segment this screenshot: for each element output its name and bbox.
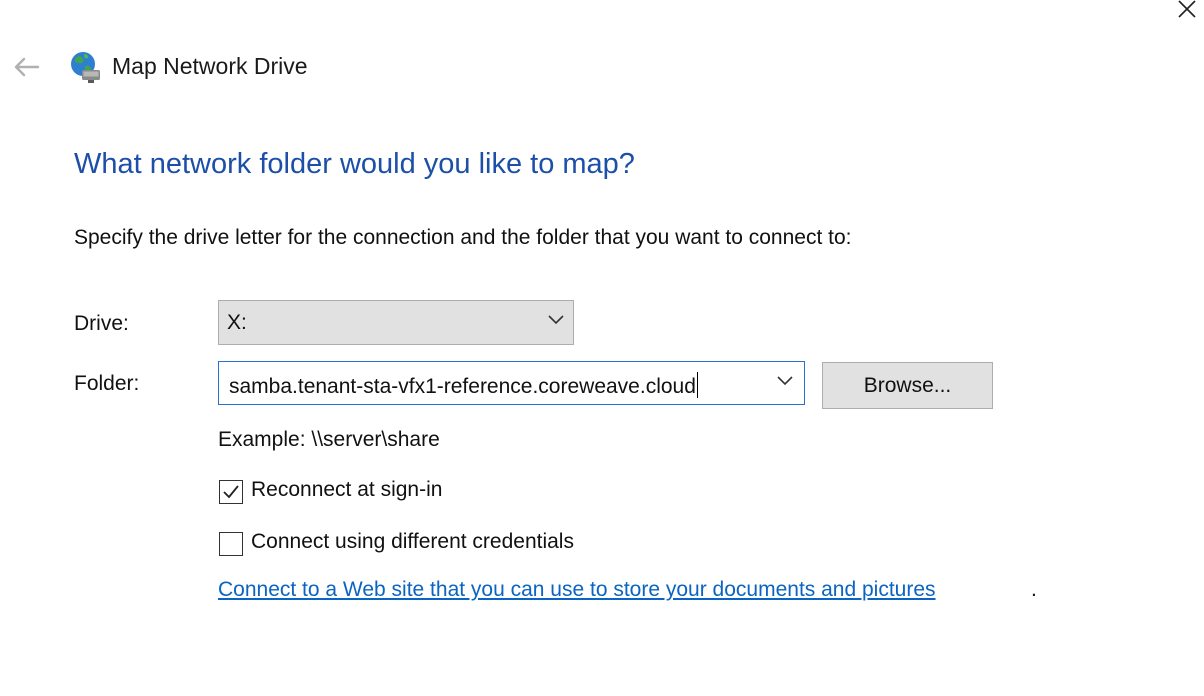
folder-label: Folder: (74, 372, 140, 395)
checkmark-icon (223, 485, 239, 499)
close-button[interactable] (1172, 0, 1202, 22)
folder-value: samba.tenant-sta-vfx1-reference.coreweav… (229, 372, 698, 399)
drive-value: X: (227, 311, 247, 334)
folder-input[interactable]: samba.tenant-sta-vfx1-reference.coreweav… (218, 361, 805, 405)
network-drive-icon (68, 50, 102, 84)
reconnect-label[interactable]: Reconnect at sign-in (251, 478, 442, 502)
link-period: . (1031, 578, 1037, 601)
drive-label: Drive: (74, 312, 129, 335)
back-arrow-icon (14, 57, 40, 77)
back-button[interactable] (8, 52, 44, 82)
page-heading: What network folder would you like to ma… (74, 148, 635, 180)
different-credentials-label[interactable]: Connect using different credentials (251, 530, 574, 554)
chevron-down-icon (548, 315, 564, 325)
instruction-text: Specify the drive letter for the connect… (74, 226, 852, 249)
browse-button[interactable]: Browse... (822, 362, 993, 409)
chevron-down-icon[interactable] (776, 375, 794, 387)
web-site-link[interactable]: Connect to a Web site that you can use t… (218, 578, 936, 602)
close-icon (1178, 0, 1196, 18)
example-text: Example: \\server\share (218, 428, 440, 451)
drive-select[interactable]: X: (218, 300, 574, 345)
reconnect-checkbox[interactable] (219, 480, 243, 504)
text-caret (696, 372, 698, 398)
different-credentials-checkbox[interactable] (219, 532, 243, 556)
window-title: Map Network Drive (112, 53, 308, 79)
